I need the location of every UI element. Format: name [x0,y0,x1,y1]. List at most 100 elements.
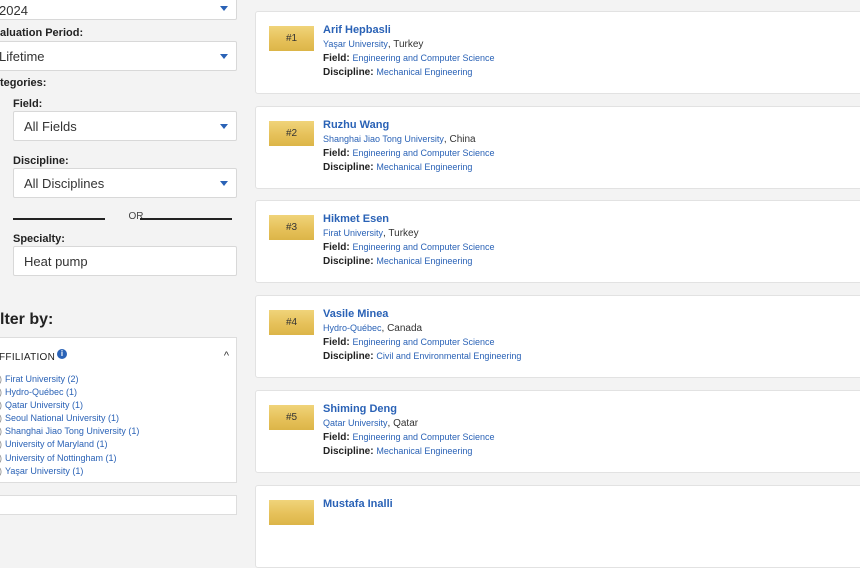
year-select[interactable]: 2024 [0,0,237,20]
results-list: #1 Arif Hepbasli Yaşar University, Turke… [255,0,860,568]
chevron-down-icon [220,124,228,129]
affiliation-option[interactable]: )University of Nottingham (1) [0,452,139,465]
evaluation-period-label: aluation Period: [0,27,84,39]
scientist-name-link[interactable]: Hikmet Esen [323,213,389,225]
field-link[interactable]: Engineering and Computer Science [352,242,494,252]
result-card: #5 Shiming Deng Qatar University, Qatar … [255,390,860,473]
checkbox-icon: ) [0,439,2,449]
discipline-label: Discipline: [13,155,69,167]
discipline-line: Discipline: Civil and Environmental Engi… [323,351,521,362]
specialty-input[interactable]: Heat pump [13,246,237,276]
divider-line [13,218,105,220]
country: , Qatar [387,418,419,429]
result-card: #4 Vasile Minea Hydro-Québec, Canada Fie… [255,295,860,378]
field-label: Field: [13,98,43,110]
affiliation-option[interactable]: )Hydro-Québec (1) [0,386,139,399]
checkbox-icon: ) [0,426,2,436]
checkbox-icon: ) [0,387,2,397]
year-value: 2024 [0,2,28,18]
field-value: All Fields [24,118,77,134]
country: , Turkey [387,39,424,50]
chevron-up-icon[interactable]: ^ [224,350,229,362]
affiliation-line: Hydro-Québec, Canada [323,323,422,334]
discipline-link[interactable]: Civil and Environmental Engineering [376,351,521,361]
info-icon[interactable]: i [57,349,67,359]
affiliation-option[interactable]: )Seoul National University (1) [0,412,139,425]
rank-badge: #2 [269,121,314,146]
university-link[interactable]: Yaşar University [323,39,388,49]
field-line: Field: Engineering and Computer Science [323,53,495,64]
field-key: Field: [323,53,350,64]
chevron-down-icon [220,181,228,186]
rank-badge: #3 [269,215,314,240]
country: , China [443,134,476,145]
field-link[interactable]: Engineering and Computer Science [352,148,494,158]
scientist-name-link[interactable]: Vasile Minea [323,308,388,320]
field-line: Field: Engineering and Computer Science [323,242,495,253]
field-link[interactable]: Engineering and Computer Science [352,432,494,442]
country: , Canada [381,323,423,334]
university-link[interactable]: Qatar University [323,418,388,428]
field-line: Field: Engineering and Computer Science [323,337,495,348]
or-divider: OR [13,211,233,225]
scientist-name-link[interactable]: Ruzhu Wang [323,119,389,131]
evaluation-period-select[interactable]: Lifetime [0,41,237,71]
filter-by-heading: lter by: [0,311,54,328]
affiliation-line: Yaşar University, Turkey [323,39,423,50]
rank-badge: #4 [269,310,314,335]
discipline-key: Discipline: [323,351,374,362]
field-select[interactable]: All Fields [13,111,237,141]
evaluation-period-value: Lifetime [0,48,45,64]
chevron-down-icon [220,54,228,59]
affiliation-option[interactable]: )Firat University (2) [0,373,139,386]
affiliation-option[interactable]: )Shanghai Jiao Tong University (1) [0,425,139,438]
or-text: OR [128,211,144,222]
scientist-name-link[interactable]: Arif Hepbasli [323,24,391,36]
discipline-line: Discipline: Mechanical Engineering [323,446,472,457]
discipline-key: Discipline: [323,162,374,173]
discipline-line: Discipline: Mechanical Engineering [323,256,472,267]
discipline-link[interactable]: Mechanical Engineering [376,162,472,172]
divider-line [140,218,232,220]
result-card: #3 Hikmet Esen Firat University, Turkey … [255,200,860,283]
result-card: #1 Arif Hepbasli Yaşar University, Turke… [255,11,860,94]
discipline-link[interactable]: Mechanical Engineering [376,256,472,266]
affiliation-line: Firat University, Turkey [323,228,419,239]
result-card: #2 Ruzhu Wang Shanghai Jiao Tong Univers… [255,106,860,189]
affiliation-option[interactable]: )University of Maryland (1) [0,438,139,451]
filter-panel: 2024 aluation Period: Lifetime tegories:… [0,0,245,515]
discipline-key: Discipline: [323,446,374,457]
checkbox-icon: ) [0,453,2,463]
discipline-key: Discipline: [323,67,374,78]
university-link[interactable]: Shanghai Jiao Tong University [323,134,444,144]
country: , Turkey [383,228,419,239]
field-line: Field: Engineering and Computer Science [323,432,495,443]
checkbox-icon: ) [0,374,2,384]
discipline-link[interactable]: Mechanical Engineering [376,446,472,456]
field-link[interactable]: Engineering and Computer Science [352,53,494,63]
university-link[interactable]: Hydro-Québec [323,323,382,333]
checkbox-icon: ) [0,413,2,423]
rank-badge: #1 [269,26,314,51]
categories-label: tegories: [0,77,47,89]
affiliation-option[interactable]: )Qatar University (1) [0,399,139,412]
affiliation-filter: FFILIATION i ^ )Firat University (2) )Hy… [0,337,237,483]
field-key: Field: [323,432,350,443]
scientist-name-link[interactable]: Shiming Deng [323,403,397,415]
affiliation-option[interactable]: )Yaşar University (1) [0,465,139,478]
scientist-name-link[interactable]: Mustafa Inalli [323,498,393,510]
affiliation-line: Qatar University, Qatar [323,418,418,429]
affiliation-line: Shanghai Jiao Tong University, China [323,134,476,145]
discipline-link[interactable]: Mechanical Engineering [376,67,472,77]
result-card: Mustafa Inalli [255,485,860,568]
next-filter-section [0,495,237,515]
chevron-down-icon [220,6,228,11]
field-line: Field: Engineering and Computer Science [323,148,495,159]
discipline-value: All Disciplines [24,175,105,191]
checkbox-icon: ) [0,400,2,410]
affiliation-heading: FFILIATION [0,352,56,363]
discipline-line: Discipline: Mechanical Engineering [323,67,472,78]
discipline-select[interactable]: All Disciplines [13,168,237,198]
field-link[interactable]: Engineering and Computer Science [352,337,494,347]
university-link[interactable]: Firat University [323,228,383,238]
